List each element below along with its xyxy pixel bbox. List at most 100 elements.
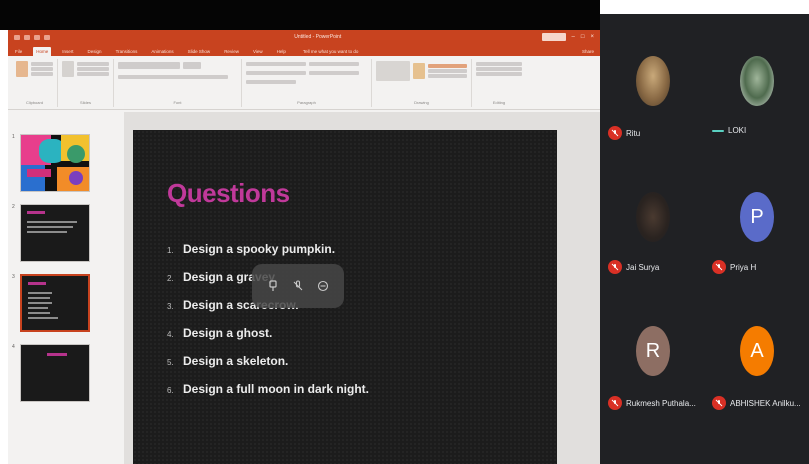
participant-name-row: ABHISHEK Anilku... bbox=[712, 396, 801, 410]
document-title: Untitled - PowerPoint bbox=[294, 34, 342, 40]
minimize-icon[interactable]: – bbox=[572, 34, 575, 40]
find-button[interactable] bbox=[476, 62, 522, 66]
tab-review[interactable]: Review bbox=[221, 47, 242, 56]
participant-name-row: Ritu bbox=[608, 126, 640, 140]
participant-tile[interactable]: LOKI bbox=[708, 46, 808, 176]
ribbon-group-label: Paragraph bbox=[297, 100, 316, 105]
tab-transitions[interactable]: Transitions bbox=[113, 47, 141, 56]
quick-access-toolbar bbox=[14, 34, 94, 40]
shape-outline-button[interactable] bbox=[428, 69, 467, 73]
slide-thumbnail-selected[interactable] bbox=[20, 274, 90, 332]
participant-name-row: Jai Surya bbox=[608, 260, 659, 274]
list-item: 6. Design a full moon in dark night. bbox=[167, 382, 369, 410]
slide-thumbnails-panel: 1 2 3 4 bbox=[8, 112, 124, 464]
participant-tile[interactable]: Ritu bbox=[604, 46, 704, 176]
tab-slide-show[interactable]: Slide Show bbox=[185, 47, 214, 56]
pin-icon[interactable] bbox=[265, 278, 281, 294]
tab-help[interactable]: Help bbox=[274, 47, 289, 56]
participant-name: Priya H bbox=[730, 262, 757, 272]
thumbnail-item[interactable]: 3 bbox=[12, 274, 90, 332]
mic-off-icon bbox=[608, 126, 622, 140]
close-icon[interactable]: × bbox=[590, 34, 594, 40]
new-slide-icon[interactable] bbox=[62, 61, 74, 77]
align-buttons[interactable] bbox=[246, 71, 306, 75]
slide-thumbnail[interactable] bbox=[20, 344, 90, 402]
text-direction-button[interactable] bbox=[309, 62, 359, 66]
title-bar-controls: – □ × bbox=[541, 33, 594, 41]
participant-tile[interactable]: P Priya H bbox=[708, 182, 808, 312]
section-button[interactable] bbox=[77, 72, 109, 76]
maximize-icon[interactable]: □ bbox=[581, 34, 585, 40]
ribbon-tabs: File Home Insert Design Transitions Anim… bbox=[8, 44, 600, 56]
font-group: Font bbox=[114, 59, 242, 107]
shapes-gallery[interactable] bbox=[376, 61, 410, 81]
save-icon[interactable] bbox=[14, 34, 20, 40]
redo-icon[interactable] bbox=[34, 34, 40, 40]
tab-animations[interactable]: Animations bbox=[148, 47, 176, 56]
thumbnail-number: 2 bbox=[12, 204, 15, 210]
paste-icon[interactable] bbox=[16, 61, 28, 77]
tab-home[interactable]: Home bbox=[33, 47, 52, 56]
participant-name: Jai Surya bbox=[626, 262, 660, 272]
format-painter-button[interactable] bbox=[31, 72, 53, 76]
tab-insert[interactable]: Insert bbox=[59, 47, 76, 56]
slide-title[interactable]: Questions bbox=[167, 178, 290, 209]
ribbon: Clipboard Slides Font Paragraph Drawing … bbox=[8, 56, 600, 110]
ribbon-group-label: Drawing bbox=[414, 100, 429, 105]
avatar bbox=[740, 56, 774, 106]
arrange-icon[interactable] bbox=[413, 63, 425, 79]
thumbnail-item[interactable]: 2 bbox=[12, 204, 90, 262]
reset-button[interactable] bbox=[77, 67, 109, 71]
mute-icon[interactable] bbox=[290, 278, 306, 294]
slide-canvas: Questions 1. Design a spooky pumpkin. 2. D… bbox=[124, 112, 600, 464]
mic-off-icon bbox=[712, 396, 726, 410]
tab-design[interactable]: Design bbox=[85, 47, 105, 56]
powerpoint-window: Untitled - PowerPoint – □ × File Home In… bbox=[8, 30, 600, 464]
meeting-floating-controls bbox=[252, 264, 344, 308]
title-bar: Untitled - PowerPoint – □ × bbox=[8, 30, 600, 44]
list-item-text: Design a full moon in dark night. bbox=[183, 382, 370, 396]
list-number: 3. bbox=[167, 302, 174, 311]
convert-smartart-button[interactable] bbox=[246, 80, 296, 84]
tab-file[interactable]: File bbox=[12, 47, 25, 56]
font-format-buttons[interactable] bbox=[118, 75, 228, 79]
shape-effects-button[interactable] bbox=[428, 74, 467, 78]
list-number: 2. bbox=[167, 274, 174, 283]
list-number: 6. bbox=[167, 386, 174, 395]
share-button[interactable]: Share bbox=[582, 49, 600, 56]
cut-button[interactable] bbox=[31, 62, 53, 66]
customize-icon[interactable] bbox=[44, 34, 50, 40]
slide-thumbnail[interactable] bbox=[20, 204, 90, 262]
font-size-select[interactable] bbox=[183, 62, 201, 69]
font-name-select[interactable] bbox=[118, 62, 180, 69]
thumbnail-item[interactable]: 1 bbox=[12, 134, 90, 192]
editing-group: Editing bbox=[472, 59, 526, 107]
thumbnail-number: 1 bbox=[12, 134, 15, 140]
tab-view[interactable]: View bbox=[250, 47, 266, 56]
copy-button[interactable] bbox=[31, 67, 53, 71]
align-text-button[interactable] bbox=[309, 71, 359, 75]
thumbnail-item[interactable]: 4 bbox=[12, 344, 90, 402]
remove-icon[interactable] bbox=[315, 278, 331, 294]
list-number: 5. bbox=[167, 358, 174, 367]
select-button[interactable] bbox=[476, 72, 522, 76]
participant-tile[interactable]: Jai Surya bbox=[604, 182, 704, 312]
list-item-text: Design a spooky pumpkin. bbox=[183, 242, 336, 256]
thumbnail-number: 3 bbox=[12, 274, 15, 280]
audio-level-icon bbox=[712, 129, 724, 132]
avatar: P bbox=[740, 192, 774, 242]
avatar bbox=[636, 192, 670, 242]
list-number: 1. bbox=[167, 246, 174, 255]
layout-button[interactable] bbox=[77, 62, 109, 66]
slide-thumbnail[interactable] bbox=[20, 134, 90, 192]
tell-me-box[interactable]: Tell me what you want to do bbox=[303, 49, 359, 56]
participant-name: Ritu bbox=[626, 128, 641, 138]
replace-button[interactable] bbox=[476, 67, 522, 71]
list-buttons[interactable] bbox=[246, 62, 306, 66]
participant-tile[interactable]: A ABHISHEK Anilku... bbox=[708, 316, 808, 446]
shape-fill-button[interactable] bbox=[428, 64, 467, 68]
slide[interactable]: Questions 1. Design a spooky pumpkin. 2. D… bbox=[133, 130, 557, 464]
search-box[interactable] bbox=[541, 33, 566, 41]
undo-icon[interactable] bbox=[24, 34, 30, 40]
participant-tile[interactable]: R Rukmesh Puthala... bbox=[604, 316, 704, 446]
